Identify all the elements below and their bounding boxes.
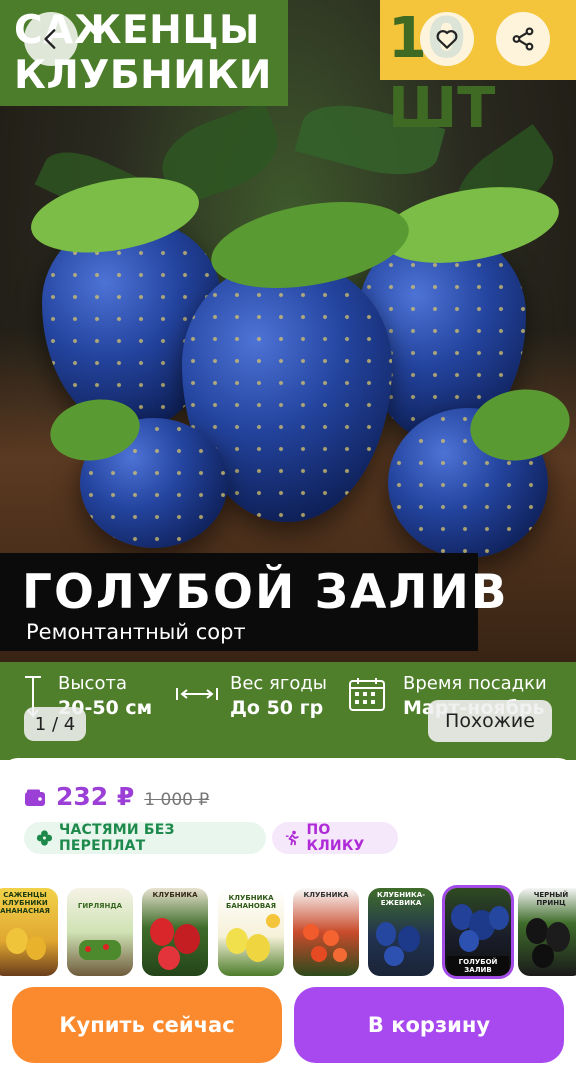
variant-thumbnail[interactable]: САЖЕНЦЫ КЛУБНИКИ АНАНАСНАЯ — [0, 888, 58, 976]
spec-label: Высота — [58, 673, 127, 694]
thumbnail-caption: ЧЕРНЫЙ ПРИНЦ — [533, 891, 569, 907]
variant-thumbnail[interactable]: КЛУБНИКА — [293, 888, 359, 976]
installment-badge[interactable]: ЧАСТЯМИ БЕЗ ПЕРЕПЛАТ — [24, 822, 266, 854]
image-pager: 1 / 4 — [24, 707, 86, 741]
back-button[interactable] — [24, 12, 78, 66]
product-image-gallery[interactable]: САЖЕНЦЫ КЛУБНИКИ 10 ШТ ГОЛУБОЙ ЗАЛИВ Рем… — [0, 0, 576, 760]
thumbnail-caption: ГИРЛЯНДА — [77, 902, 123, 910]
calendar-icon — [349, 678, 385, 711]
variant-thumbnail[interactable]: КЛУБНИКА-ЕЖЕВИКА — [368, 888, 434, 976]
variant-thumbnail[interactable]: КЛУБНИКА БАНАНОВАЯ — [218, 888, 284, 976]
favorite-button[interactable] — [420, 12, 474, 66]
weight-arrows-icon — [176, 688, 218, 700]
thumbnail-caption: САЖЕНЦЫ КЛУБНИКИ АНАНАСНАЯ — [0, 891, 50, 915]
back-chevron-icon — [44, 29, 56, 49]
thumbnail-caption: ГОЛУБОЙ ЗАЛИВ — [447, 956, 509, 976]
thumbnail-caption: КЛУБНИКА — [303, 891, 349, 899]
runner-icon — [285, 830, 299, 846]
product-page: САЖЕНЦЫ КЛУБНИКИ 10 ШТ ГОЛУБОЙ ЗАЛИВ Рем… — [0, 0, 576, 1073]
variant-thumbnail[interactable]: ЧЕРНЫЙ ПРИНЦ — [518, 888, 576, 976]
thumbnail-caption: КЛУБНИКА-ЕЖЕВИКА — [376, 891, 426, 907]
one-click-badge[interactable]: ПО КЛИКУ — [272, 822, 398, 854]
wallet-icon — [25, 789, 45, 806]
share-button[interactable] — [496, 12, 550, 66]
add-to-cart-button[interactable]: В корзину — [294, 987, 564, 1063]
one-click-badge-label: ПО КЛИКУ — [306, 822, 365, 854]
spec-weight: Вес ягоды До 50 гр — [230, 672, 327, 720]
spec-label: Время посадки — [403, 673, 547, 694]
installment-badge-label: ЧАСТЯМИ БЕЗ ПЕРЕПЛАТ — [58, 822, 175, 854]
heart-icon — [436, 30, 458, 49]
spec-label: Вес ягоды — [230, 673, 327, 694]
variety-subtitle: Ремонтантный сорт — [26, 620, 246, 644]
similar-button[interactable]: Похожие — [428, 700, 552, 742]
thumbnail-caption: КЛУБНИКА — [152, 891, 198, 899]
price-row: 232 ₽ 1 000 ₽ — [24, 782, 209, 811]
variant-thumbnail[interactable]: КЛУБНИКА — [142, 888, 208, 976]
thumbnail-caption: КЛУБНИКА БАНАНОВАЯ — [226, 894, 276, 910]
variant-thumbnail-selected[interactable]: ГОЛУБОЙ ЗАЛИВ — [445, 888, 511, 976]
variety-name: ГОЛУБОЙ ЗАЛИВ — [22, 565, 509, 620]
buy-now-button[interactable]: Купить сейчас — [12, 987, 282, 1063]
share-icon — [512, 27, 534, 51]
spec-value: До 50 гр — [230, 697, 324, 719]
clover-icon — [36, 830, 53, 846]
current-price: 232 ₽ — [56, 782, 135, 811]
old-price: 1 000 ₽ — [144, 790, 210, 810]
quantity-label: 10 ШТ — [388, 6, 496, 141]
variant-thumbnail[interactable]: ГИРЛЯНДА — [67, 888, 133, 976]
